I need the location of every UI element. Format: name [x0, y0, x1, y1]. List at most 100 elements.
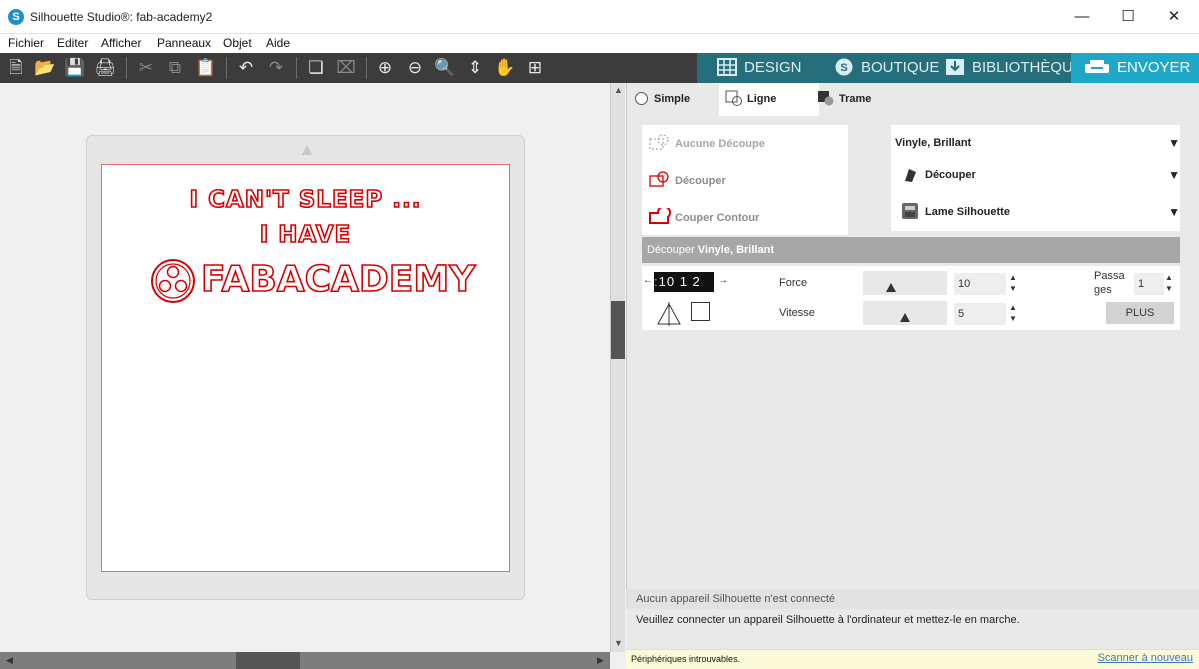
force-slider-knob[interactable]: [885, 283, 896, 292]
new-icon[interactable]: 🗎: [3, 53, 29, 83]
tab-simple[interactable]: Simple: [635, 83, 715, 116]
fabacademy-logo-icon[interactable]: [150, 258, 196, 304]
toolbar-divider: [296, 57, 297, 79]
design-text-line3[interactable]: FABACADEMY: [200, 258, 476, 301]
speed-label: Vitesse: [779, 307, 815, 319]
tab-ligne-label: Ligne: [747, 93, 777, 105]
tab-design[interactable]: DESIGN: [717, 53, 827, 83]
group-icon[interactable]: ❏: [303, 53, 329, 83]
tab-boutique-label: BOUTIQUE: [861, 59, 940, 76]
radio-icon: [635, 91, 648, 105]
pan-hand-icon[interactable]: ✋: [492, 53, 518, 83]
scroll-left-icon[interactable]: ◀: [2, 653, 17, 668]
cut-contour-option[interactable]: Couper Contour: [648, 205, 760, 230]
library-download-icon: [946, 58, 964, 75]
action-select[interactable]: Découper ▼: [895, 163, 1182, 187]
move-down-icon[interactable]: ⇕: [462, 53, 488, 83]
passes-label: Passa ges: [1094, 270, 1125, 296]
ungroup-icon[interactable]: ⌧: [333, 53, 359, 83]
blade-depth-display: :10 1 2: [654, 272, 714, 292]
speed-up-icon[interactable]: ▲: [1008, 303, 1018, 312]
no-cut-option[interactable]: Aucune Découpe: [648, 132, 765, 156]
device-footer: Périphériques introuvables. Scanner à no…: [626, 649, 1199, 669]
tab-bibliotheque[interactable]: BIBLIOTHÈQUE: [945, 53, 1073, 83]
feed-arrow-icon: ▲: [298, 139, 316, 159]
copy-icon[interactable]: ⧉: [162, 53, 188, 83]
speed-slider-knob[interactable]: [900, 313, 910, 322]
maximize-button[interactable]: ☐: [1105, 0, 1151, 34]
zoom-out-icon[interactable]: ⊖: [402, 53, 428, 83]
tab-simple-label: Simple: [654, 93, 691, 105]
cut-label: Découper: [675, 175, 726, 187]
menu-fichier[interactable]: Fichier: [8, 36, 44, 50]
cut-option[interactable]: Découper: [648, 169, 726, 193]
cut-options-box: Aucune Découpe Découper Couper Contour: [642, 125, 848, 235]
send-panel: Simple Ligne Trame Aucune Découpe Découp…: [626, 83, 1199, 652]
chevron-down-icon: ▼: [1168, 136, 1180, 150]
force-up-icon[interactable]: ▲: [1008, 273, 1018, 282]
design-text-line2[interactable]: I HAVE: [102, 221, 509, 249]
menu-editer[interactable]: Editer: [57, 36, 88, 50]
minimize-button[interactable]: —: [1059, 0, 1105, 34]
tab-trame[interactable]: Trame: [817, 83, 897, 116]
no-cut-icon: [649, 133, 669, 150]
passes-down-icon[interactable]: ▼: [1164, 284, 1174, 293]
tool-value: Lame Silhouette: [925, 206, 1010, 218]
blade-values: 10 1 2: [658, 274, 701, 289]
speed-down-icon[interactable]: ▼: [1008, 314, 1018, 323]
zoom-in-icon[interactable]: ⊕: [372, 53, 398, 83]
plus-button[interactable]: PLUS: [1106, 302, 1174, 324]
device-status: Aucun appareil Silhouette n'est connecté: [626, 589, 1199, 609]
menu-afficher[interactable]: Afficher: [101, 36, 141, 50]
open-icon[interactable]: 📂: [32, 53, 58, 83]
scroll-up-icon[interactable]: ▲: [611, 83, 626, 98]
force-label: Force: [779, 277, 808, 289]
menu-objet[interactable]: Objet: [223, 36, 252, 50]
title-bar: S Silhouette Studio®: fab-academy2 — ☐ ✕: [0, 0, 1199, 34]
undo-icon[interactable]: ↶: [233, 53, 259, 83]
close-button[interactable]: ✕: [1151, 0, 1197, 34]
menu-panneaux[interactable]: Panneaux: [157, 36, 211, 50]
vertical-scrollbar[interactable]: ▲ ▼: [610, 83, 625, 652]
passes-up-icon[interactable]: ▲: [1164, 273, 1174, 282]
toolbar-divider: [226, 57, 227, 79]
scroll-right-icon[interactable]: ▶: [593, 653, 608, 668]
menu-aide[interactable]: Aide: [266, 36, 290, 50]
force-input[interactable]: 10: [954, 273, 1006, 295]
rescan-link[interactable]: Scanner à nouveau: [1098, 652, 1193, 664]
silhouette-logo-icon: S: [8, 9, 24, 25]
speed-input[interactable]: 5: [954, 303, 1006, 325]
cut-settings: ← :10 1 2 → Force 10 ▲ ▼ Vitesse 5 ▲ ▼ P…: [642, 266, 1180, 330]
passes-input[interactable]: 1: [1134, 273, 1164, 295]
design-text-line1[interactable]: I CAN'T SLEEP ...: [102, 186, 509, 214]
cut-settings-header: Découper Vinyle, Brillant: [642, 237, 1180, 263]
save-icon[interactable]: 💾: [62, 53, 88, 83]
tab-ligne[interactable]: Ligne: [719, 83, 819, 116]
vertical-scroll-thumb[interactable]: [611, 301, 625, 359]
paste-icon[interactable]: 📋: [193, 53, 219, 83]
horizontal-scrollbar[interactable]: ◀ ▶: [0, 652, 610, 669]
line-icon: [725, 90, 742, 106]
tab-boutique[interactable]: S BOUTIQUE: [834, 53, 944, 83]
media-page[interactable]: I CAN'T SLEEP ... I HAVE FABACADEMY: [101, 164, 510, 572]
redo-icon[interactable]: ↷: [263, 53, 289, 83]
material-select[interactable]: Vinyle, Brillant ▼: [895, 131, 1182, 155]
header-prefix: Découper: [647, 244, 695, 256]
force-down-icon[interactable]: ▼: [1008, 284, 1018, 293]
main-navigation: DESIGN S BOUTIQUE BIBLIOTHÈQUE ENVOYER: [697, 53, 1199, 83]
scroll-down-icon[interactable]: ▼: [611, 636, 626, 651]
speed-slider[interactable]: [863, 301, 947, 325]
cut-contour-label: Couper Contour: [675, 212, 760, 224]
horizontal-scroll-thumb[interactable]: [236, 652, 300, 669]
tab-envoyer[interactable]: ENVOYER: [1071, 53, 1199, 83]
fit-page-icon[interactable]: ⊞: [522, 53, 548, 83]
force-slider[interactable]: [863, 271, 947, 295]
action-value: Découper: [925, 169, 976, 181]
print-icon[interactable]: 🖨: [92, 53, 118, 83]
cut-icon[interactable]: ✂: [133, 53, 159, 83]
blade-checkbox[interactable]: [691, 302, 710, 321]
tool-select[interactable]: Lame Silhouette ▼: [895, 200, 1182, 224]
design-canvas[interactable]: ▲ I CAN'T SLEEP ... I HAVE FABACADEMY: [0, 83, 610, 652]
zoom-select-icon[interactable]: 🔍: [432, 53, 458, 83]
devices-not-found: Périphériques introuvables.: [631, 654, 741, 664]
